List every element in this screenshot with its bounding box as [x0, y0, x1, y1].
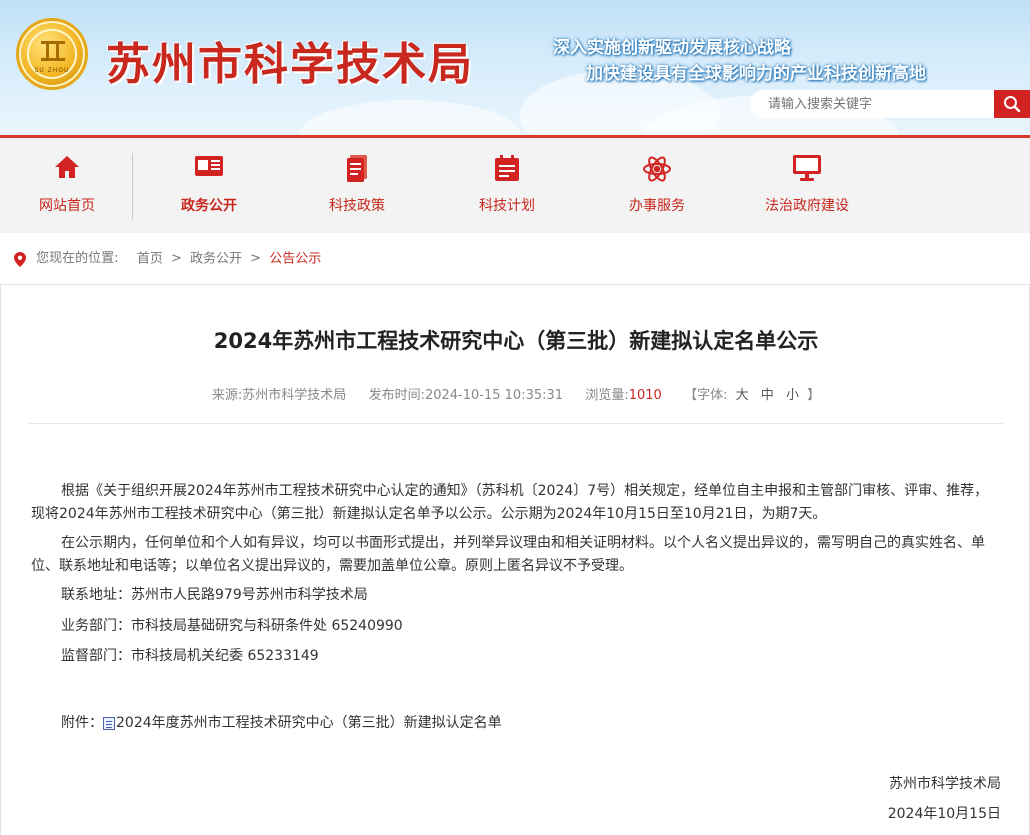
supervision-department: 监督部门：市科技局机关纪委 65233149: [61, 648, 319, 664]
article-title: 2024年苏州市工程技术研究中心（第三批）新建拟认定名单公示: [213, 329, 819, 353]
calendar-icon: [495, 155, 519, 181]
breadcrumb: 您现在的位置: 首页 > 政务公开 > 公告公示: [14, 250, 321, 268]
nav-label: 科技计划: [479, 198, 535, 214]
logo-text: SU ZHOU: [34, 67, 70, 74]
attachment-link[interactable]: 2024年度苏州市工程技术研究中心（第三批）新建拟认定名单: [116, 715, 502, 731]
document-icon: [347, 155, 367, 182]
newspaper-icon: [195, 156, 223, 176]
nav-item-tech-policy[interactable]: 科技政策: [290, 138, 424, 233]
breadcrumb-separator: >: [250, 251, 262, 266]
attachment-label: 附件：: [61, 715, 103, 731]
font-size-large-button[interactable]: 大: [736, 388, 749, 403]
nav-item-services[interactable]: 办事服务: [590, 138, 724, 233]
search-input[interactable]: [750, 90, 996, 118]
slogan-line-2: 加快建设具有全球影响力的产业科技创新高地: [586, 64, 926, 84]
nav-label: 政务公开: [181, 198, 237, 214]
slogan-line-1: 深入实施创新驱动发展核心战略: [553, 38, 791, 58]
location-pin-icon: [14, 251, 26, 267]
monitor-icon: [793, 155, 821, 181]
signature-date: 2024年10月15日: [887, 806, 1001, 822]
meta-source: 苏州市科学技术局: [242, 388, 347, 403]
nav-label: 网站首页: [39, 198, 95, 214]
search-icon: [1004, 96, 1021, 113]
signature-organization: 苏州市科学技术局: [889, 776, 1001, 792]
nav-label: 科技政策: [329, 198, 385, 214]
site-header: SU ZHOU 苏州市科学技术局 深入实施创新驱动发展核心战略 加快建设具有全球…: [0, 0, 1030, 135]
nav-item-home[interactable]: 网站首页: [0, 138, 134, 233]
nav-divider: [132, 153, 133, 219]
site-logo-emblem[interactable]: SU ZHOU: [16, 18, 88, 90]
nav-item-government-affairs[interactable]: 政务公开: [142, 138, 276, 233]
search-button[interactable]: [994, 90, 1030, 118]
breadcrumb-separator: >: [170, 251, 182, 266]
nav-label: 法治政府建设: [765, 198, 849, 214]
meta-divider: [29, 423, 1003, 424]
breadcrumb-prefix: 您现在的位置:: [36, 251, 119, 266]
nav-label: 办事服务: [629, 198, 685, 214]
article-paragraph-2: 在公示期内，任何单位和个人如有异议，均可以书面形式提出，并列举异议理由和相关证明…: [31, 535, 985, 574]
attachment: 附件： 2024年度苏州市工程技术研究中心（第三批）新建拟认定名单: [61, 713, 502, 733]
home-icon: [55, 156, 79, 178]
nav-item-rule-of-law[interactable]: 法治政府建设: [740, 138, 874, 233]
atom-icon: [643, 156, 671, 182]
font-size-small-button[interactable]: 小: [786, 388, 799, 403]
meta-views-count: 1010: [628, 388, 662, 403]
breadcrumb-link-announcements[interactable]: 公告公示: [269, 252, 321, 267]
meta-source-label: 来源:: [211, 388, 243, 403]
meta-published: 2024-10-15 10:35:31: [424, 388, 564, 403]
nav-item-tech-plan[interactable]: 科技计划: [440, 138, 574, 233]
meta-views-label: 浏览量:: [585, 388, 629, 403]
article-container: 2024年苏州市工程技术研究中心（第三批）新建拟认定名单公示 来源:苏州市科学技…: [0, 284, 1030, 835]
document-file-icon: [103, 716, 115, 730]
contact-address: 联系地址：苏州市人民路979号苏州市科学技术局: [61, 587, 368, 603]
article-meta: 来源:苏州市科学技术局 发布时间:2024-10-15 10:35:31 浏览量…: [1, 384, 1030, 403]
meta-font-label: 【字体:: [684, 388, 728, 403]
logo-gate-glyph: [41, 41, 65, 61]
business-department: 业务部门：市科技局基础研究与科研条件处 65240990: [61, 618, 403, 634]
breadcrumb-link-government-affairs[interactable]: 政务公开: [190, 252, 242, 267]
font-size-medium-button[interactable]: 中: [761, 388, 774, 403]
header-cloud-decoration: [300, 100, 520, 135]
meta-published-label: 发布时间:: [368, 388, 425, 403]
main-nav: 网站首页 政务公开 科技政策 科技计划 办事服务 法治政府建设: [0, 135, 1030, 233]
meta-font-close: 】: [807, 388, 821, 403]
article-paragraph-1: 根据《关于组织开展2024年苏州市工程技术研究中心认定的通知》（苏科机〔2024…: [31, 483, 989, 522]
site-title[interactable]: 苏州市科学技术局: [106, 28, 474, 92]
breadcrumb-link-home[interactable]: 首页: [137, 252, 163, 267]
